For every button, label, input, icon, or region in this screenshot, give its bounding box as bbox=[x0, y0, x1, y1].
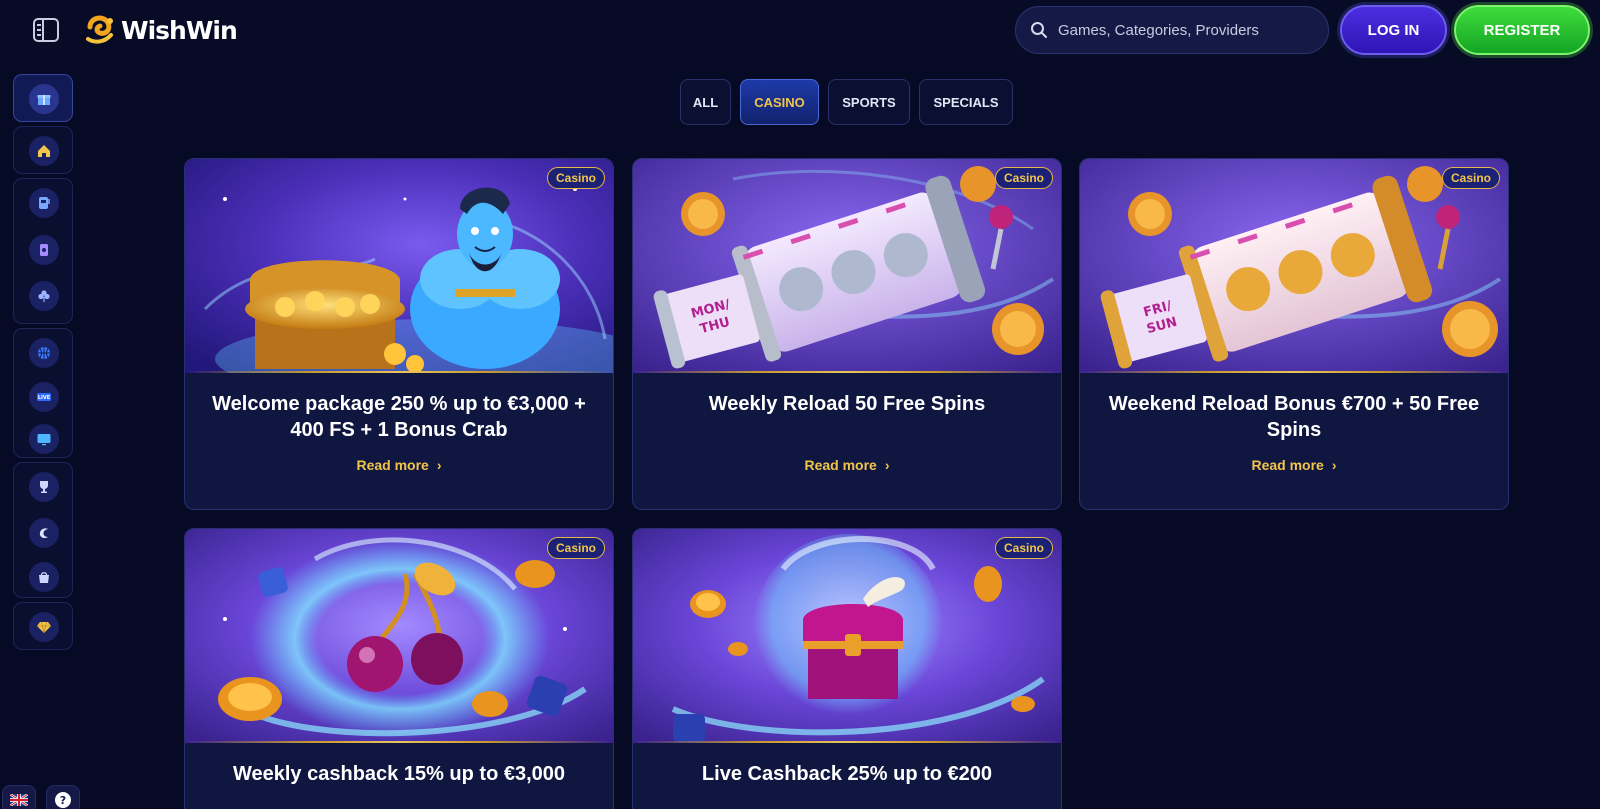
sidebar-group-vip bbox=[13, 602, 73, 650]
sidebar-item-slots[interactable] bbox=[29, 188, 59, 218]
promo-image-chest bbox=[633, 529, 1061, 743]
sidebar: LIVE bbox=[13, 74, 73, 809]
clover-icon bbox=[38, 290, 50, 302]
sidebar-item-tv[interactable] bbox=[29, 424, 59, 454]
chevron-right-icon: › bbox=[884, 457, 890, 473]
crescent-icon bbox=[39, 528, 48, 539]
promo-filter-tabs: ALL CASINO SPORTS SPECIALS bbox=[680, 79, 1013, 125]
sidebar-item-cards[interactable] bbox=[29, 235, 59, 265]
tab-all[interactable]: ALL bbox=[680, 79, 731, 125]
read-more-label: Read more bbox=[804, 457, 877, 473]
chevron-right-icon: › bbox=[436, 457, 442, 473]
category-badge: Casino bbox=[546, 167, 605, 189]
category-badge: Casino bbox=[1441, 167, 1500, 189]
category-badge: Casino bbox=[994, 537, 1053, 559]
promo-card[interactable]: FRI/ SUN Casino Weekend Reload Bonus €70… bbox=[1079, 158, 1509, 510]
cards-icon bbox=[40, 244, 48, 256]
promo-card[interactable]: Casino Live Cashback 25% up to €200 bbox=[632, 528, 1062, 809]
sidebar-item-tournaments[interactable] bbox=[29, 472, 59, 502]
sidebar-item-live[interactable]: LIVE bbox=[29, 382, 59, 412]
brand-name: WishWin bbox=[121, 15, 238, 45]
home-icon bbox=[38, 145, 50, 157]
top-header: WishWin Games, Categories, Providers LOG… bbox=[0, 0, 1600, 62]
sidebar-item-originals[interactable] bbox=[29, 518, 59, 548]
live-icon: LIVE bbox=[37, 393, 51, 401]
language-selector[interactable] bbox=[2, 785, 36, 809]
slot-machine-icon bbox=[39, 197, 50, 209]
promo-card[interactable]: MON/ THU Casino Weekly Reload 50 Free Sp… bbox=[632, 158, 1062, 510]
login-button[interactable]: LOG IN bbox=[1340, 5, 1447, 55]
read-more-label: Read more bbox=[356, 457, 429, 473]
uk-flag-icon bbox=[10, 794, 28, 806]
tab-specials[interactable]: SPECIALS bbox=[919, 79, 1013, 125]
category-badge: Casino bbox=[994, 167, 1053, 189]
read-more-link[interactable]: Read more › bbox=[1080, 457, 1508, 473]
read-more-link[interactable]: Read more › bbox=[185, 457, 613, 473]
search-input[interactable]: Games, Categories, Providers bbox=[1015, 6, 1329, 54]
promo-image-cherries bbox=[185, 529, 613, 743]
logo-mark-icon bbox=[86, 15, 113, 44]
sidebar-item-promotions[interactable] bbox=[29, 84, 59, 114]
sidebar-toggle-icon[interactable] bbox=[33, 18, 59, 42]
promo-card[interactable]: Casino Welcome package 250 % up to €3,00… bbox=[184, 158, 614, 510]
sidebar-item-lucky[interactable] bbox=[29, 281, 59, 311]
chevron-right-icon: › bbox=[1331, 457, 1337, 473]
promo-image-silver-reel: MON/ THU bbox=[633, 159, 1061, 373]
promo-title: Welcome package 250 % up to €3,000 + 400… bbox=[212, 393, 586, 441]
read-more-link[interactable]: Read more › bbox=[633, 457, 1061, 473]
category-badge: Casino bbox=[546, 537, 605, 559]
promo-image-gold-reel: FRI/ SUN bbox=[1080, 159, 1508, 373]
sidebar-item-vip[interactable] bbox=[29, 612, 59, 642]
sidebar-item-shop[interactable] bbox=[29, 562, 59, 592]
sidebar-group-home bbox=[13, 126, 73, 174]
sidebar-item-sports[interactable] bbox=[29, 338, 59, 368]
shop-bag-icon bbox=[39, 572, 49, 583]
search-icon bbox=[1031, 22, 1047, 38]
help-button[interactable]: ? bbox=[46, 785, 80, 809]
promo-title: Live Cashback 25% up to €200 bbox=[701, 763, 993, 785]
read-more-label: Read more bbox=[1251, 457, 1324, 473]
sidebar-group-extras bbox=[13, 462, 73, 598]
svg-text:LIVE: LIVE bbox=[38, 395, 51, 401]
gift-icon bbox=[37, 95, 51, 105]
tv-icon bbox=[37, 434, 51, 446]
sidebar-group-promo bbox=[13, 74, 73, 122]
help-icon: ? bbox=[55, 792, 71, 808]
promo-title: Weekend Reload Bonus €700 + 50 Free Spin… bbox=[1108, 393, 1480, 441]
basketball-icon bbox=[38, 347, 50, 359]
promo-title: Weekly Reload 50 Free Spins bbox=[708, 393, 986, 415]
tab-casino[interactable]: CASINO bbox=[740, 79, 819, 125]
sidebar-item-home[interactable] bbox=[29, 136, 59, 166]
promo-card[interactable]: Casino Weekly cashback 15% up to €3,000 bbox=[184, 528, 614, 809]
promo-image-genie bbox=[185, 159, 613, 373]
search-placeholder: Games, Categories, Providers bbox=[1058, 21, 1259, 39]
sidebar-group-casino bbox=[13, 178, 73, 324]
sidebar-group-sports: LIVE bbox=[13, 328, 73, 458]
trophy-icon bbox=[40, 481, 48, 493]
tab-sports[interactable]: SPORTS bbox=[828, 79, 910, 125]
diamond-icon bbox=[37, 621, 51, 634]
promo-title: Weekly cashback 15% up to €3,000 bbox=[232, 763, 566, 785]
register-button[interactable]: REGISTER bbox=[1454, 5, 1590, 55]
brand-logo[interactable]: WishWin bbox=[84, 12, 238, 48]
